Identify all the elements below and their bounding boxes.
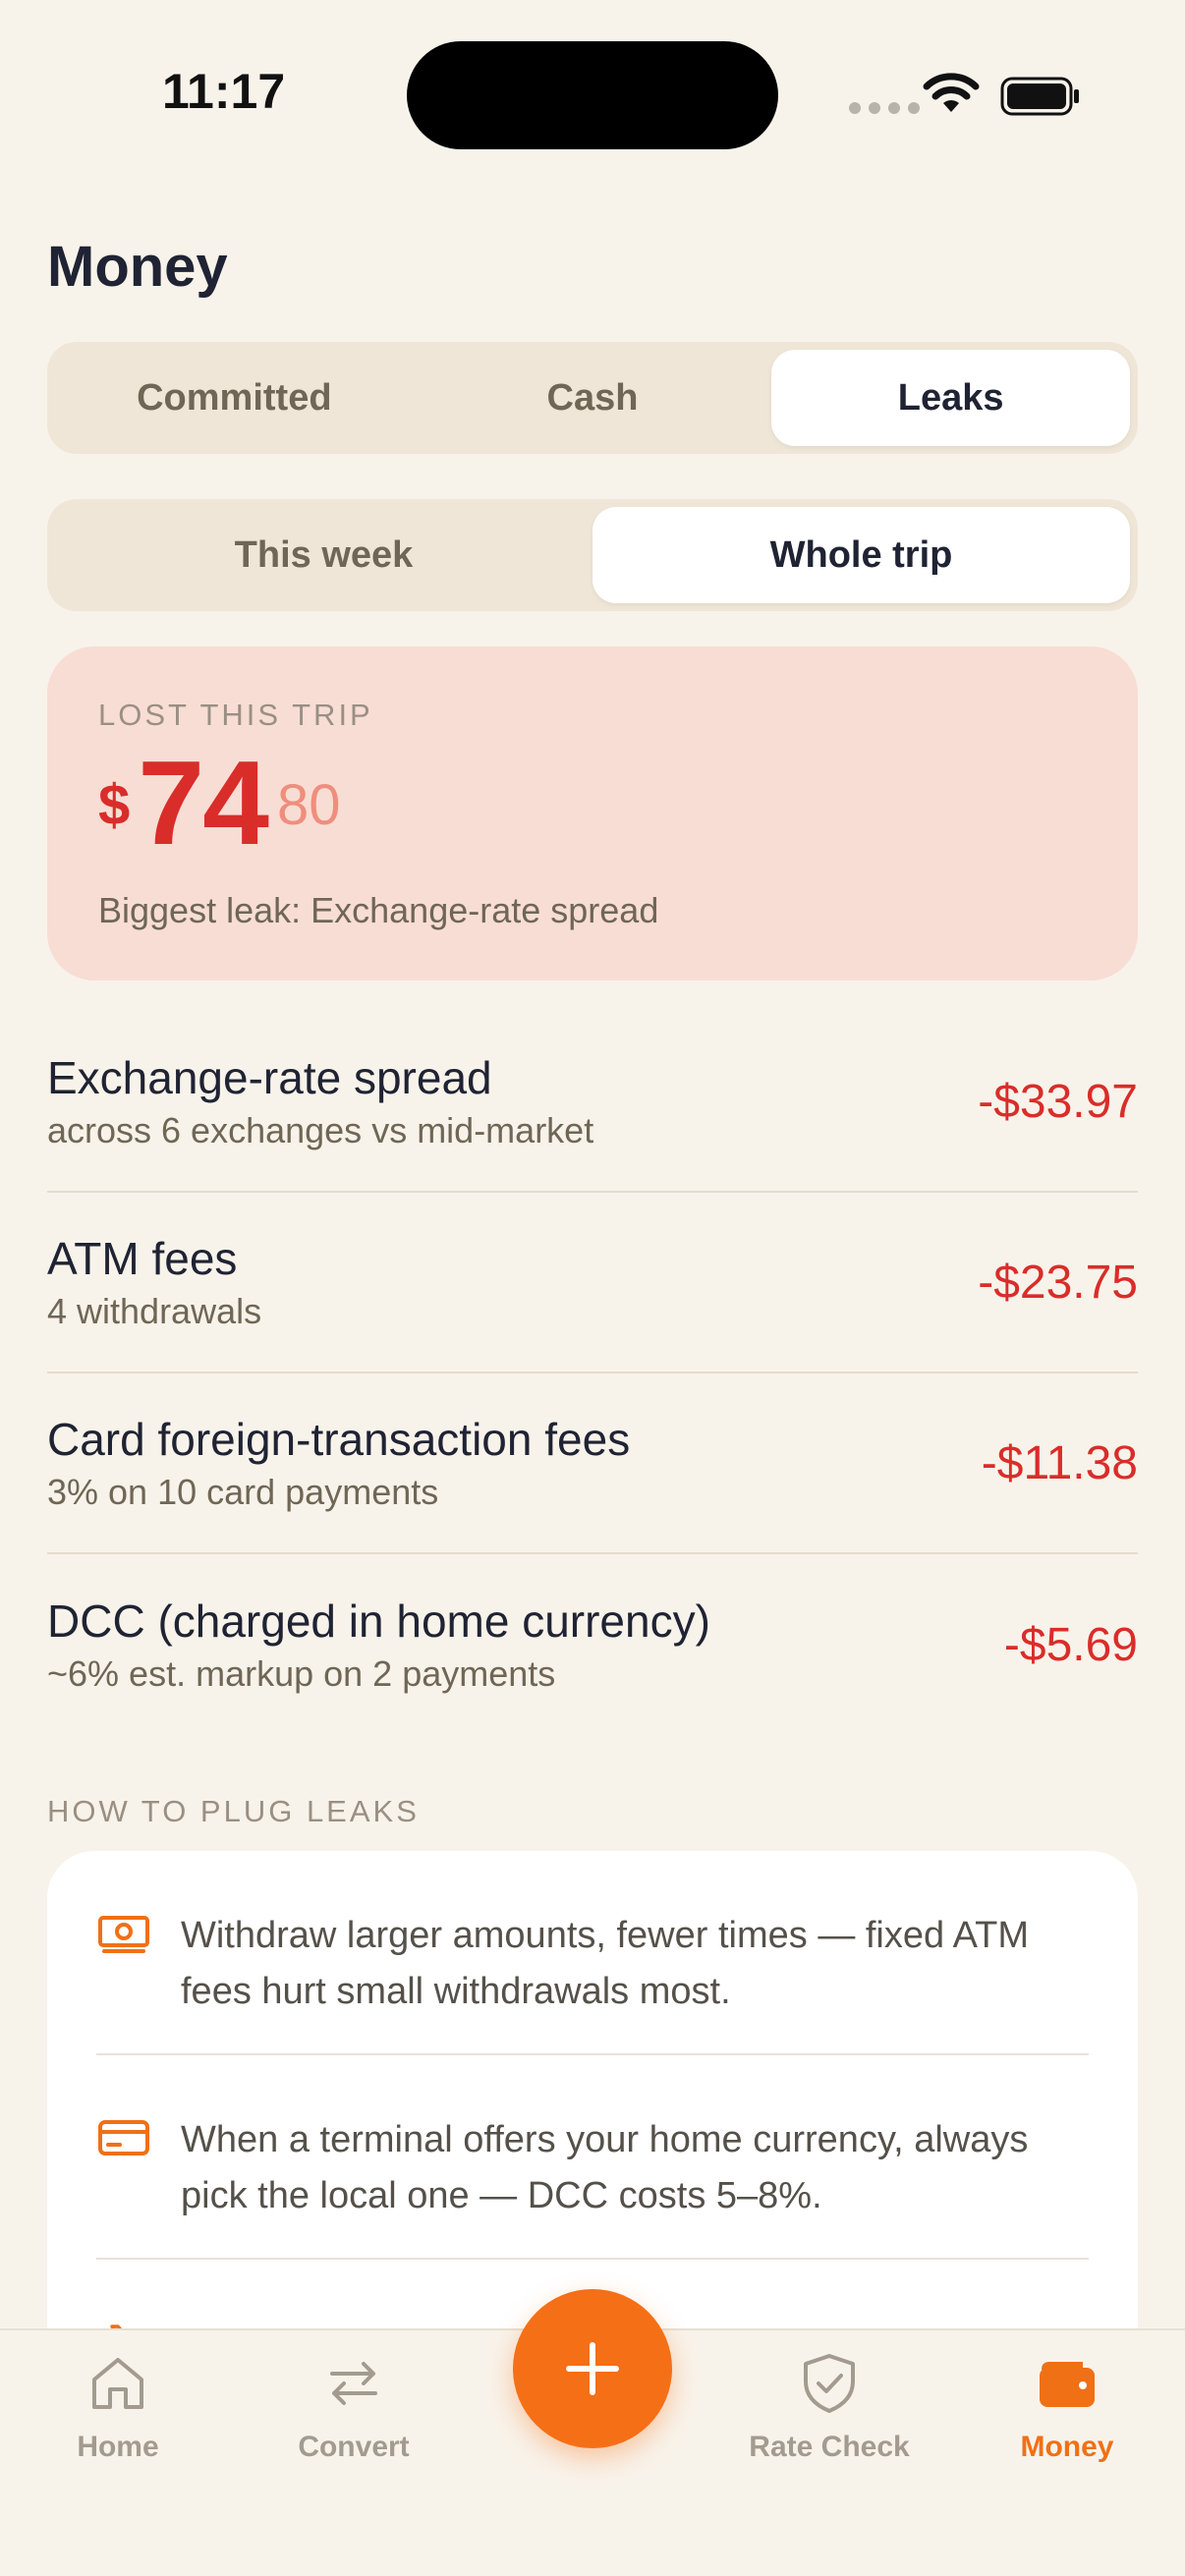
wallet-icon — [1040, 2362, 1095, 2407]
leak-row-card-fees[interactable]: Card foreign-transaction fees 3% on 10 c… — [47, 1373, 1138, 1554]
leak-title: ATM fees — [47, 1233, 238, 1284]
nav-convert[interactable]: Convert — [255, 2350, 452, 2464]
leak-subtitle: 3% on 10 card payments — [47, 1472, 439, 1512]
status-time: 11:17 — [162, 64, 286, 119]
amount-cents: 80 — [276, 773, 341, 837]
tip-item: When a terminal offers your home currenc… — [96, 2055, 1089, 2260]
tip-text: When a terminal offers your home currenc… — [181, 2119, 1029, 2216]
nav-money[interactable]: Money — [969, 2350, 1165, 2464]
tips-section-label: HOW TO PLUG LEAKS — [47, 1794, 420, 1828]
wifi-icon — [923, 73, 980, 112]
nav-label: Rate Check — [749, 2431, 910, 2463]
biggest-leak-text: Biggest leak: Exchange-rate spread — [98, 890, 659, 930]
amount-whole: 74 — [138, 736, 269, 869]
cash-icon — [98, 1916, 149, 1953]
currency-symbol: $ — [98, 773, 131, 837]
card-icon — [98, 2120, 149, 2156]
nav-rate-check[interactable]: Rate Check — [731, 2350, 928, 2464]
leak-row-atm-fees[interactable]: ATM fees 4 withdrawals -$23.75 — [47, 1193, 1138, 1373]
leak-title: Exchange-rate spread — [47, 1052, 492, 1103]
money-view-tabs: Committed Cash Leaks — [47, 342, 1138, 454]
nav-home[interactable]: Home — [20, 2350, 216, 2464]
leak-subtitle: 4 withdrawals — [47, 1291, 262, 1331]
leak-title: Card foreign-transaction fees — [47, 1414, 631, 1465]
lost-summary-card: LOST THIS TRIP $ 74 80 Biggest leak: Exc… — [47, 646, 1138, 980]
tip-item: Withdraw larger amounts, fewer times — f… — [96, 1851, 1089, 2055]
nav-label: Home — [77, 2431, 159, 2463]
leak-subtitle: across 6 exchanges vs mid-market — [47, 1110, 594, 1150]
leak-list: Exchange-rate spread across 6 exchanges … — [47, 1012, 1138, 1735]
signal-icon — [849, 102, 920, 114]
page-title: Money — [47, 235, 228, 299]
tab-this-week[interactable]: This week — [55, 507, 592, 603]
tip-text: Withdraw larger amounts, fewer times — f… — [181, 1915, 1029, 2012]
tab-committed[interactable]: Committed — [55, 350, 414, 446]
tab-cash[interactable]: Cash — [414, 350, 772, 446]
period-tabs: This week Whole trip — [47, 499, 1138, 611]
leak-row-dcc[interactable]: DCC (charged in home currency) ~6% est. … — [47, 1554, 1138, 1735]
tab-whole-trip[interactable]: Whole trip — [592, 507, 1130, 603]
shield-check-icon — [804, 2354, 855, 2413]
leak-amount: -$11.38 — [981, 1436, 1138, 1489]
dynamic-island — [407, 41, 778, 149]
leak-row-exchange-spread[interactable]: Exchange-rate spread across 6 exchanges … — [47, 1012, 1138, 1193]
add-button[interactable] — [513, 2289, 672, 2448]
leak-amount: -$33.97 — [978, 1075, 1138, 1128]
battery-icon — [1000, 77, 1079, 116]
leak-subtitle: ~6% est. markup on 2 payments — [47, 1653, 556, 1694]
tab-leaks[interactable]: Leaks — [771, 350, 1131, 446]
summary-label: LOST THIS TRIP — [98, 698, 373, 732]
money-screen: 11:17 Money Committed Cash Leaks This we… — [0, 0, 1185, 2576]
nav-label: Money — [1020, 2431, 1114, 2463]
leak-amount: -$23.75 — [978, 1256, 1138, 1309]
leak-amount: -$5.69 — [1003, 1618, 1138, 1671]
plus-icon — [566, 2342, 619, 2395]
home-icon — [92, 2358, 143, 2409]
swap-icon — [330, 2362, 377, 2405]
leak-title: DCC (charged in home currency) — [47, 1596, 710, 1647]
lost-amount: $ 74 80 — [98, 743, 1087, 863]
nav-label: Convert — [298, 2431, 410, 2463]
